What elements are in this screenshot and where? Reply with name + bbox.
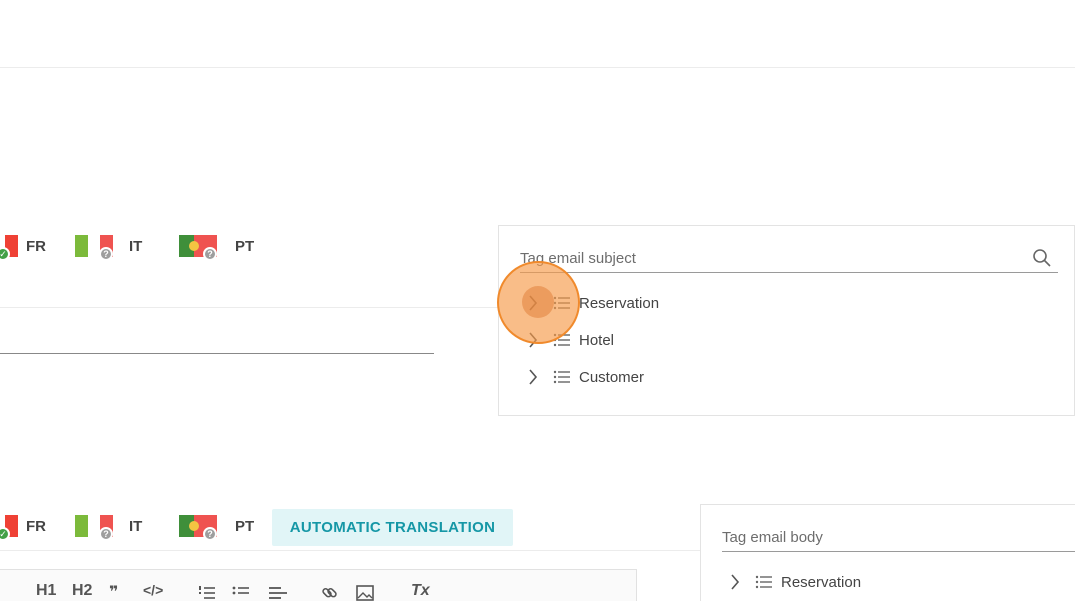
chevron-right-icon[interactable] bbox=[525, 369, 541, 385]
heading2-button[interactable]: H2 bbox=[72, 582, 92, 600]
tag-item-label: Reservation bbox=[579, 294, 660, 312]
header-divider bbox=[0, 67, 1075, 68]
translated-check-icon: ✓ bbox=[0, 247, 10, 261]
lang-tab-it[interactable]: ? IT bbox=[75, 515, 143, 541]
tag-item-label: Customer bbox=[579, 368, 645, 386]
blockquote-button[interactable]: ❞ bbox=[109, 582, 118, 601]
lang-tab-pt[interactable]: ? PT bbox=[179, 235, 255, 261]
body-divider bbox=[0, 550, 700, 551]
france-flag-icon: ✓ bbox=[0, 515, 18, 541]
tag-item-customer[interactable]: Customer bbox=[525, 365, 644, 389]
code-block-button[interactable]: </> bbox=[143, 582, 163, 598]
missing-translation-icon: ? bbox=[203, 527, 217, 541]
bullet-list-icon[interactable] bbox=[232, 585, 250, 601]
tag-item-reservation[interactable]: Reservation bbox=[727, 570, 861, 594]
missing-translation-icon: ? bbox=[99, 527, 113, 541]
chevron-right-icon[interactable] bbox=[727, 574, 743, 590]
image-icon[interactable] bbox=[356, 584, 374, 601]
subject-divider bbox=[0, 307, 498, 308]
italy-flag-icon: ? bbox=[75, 235, 113, 261]
body-tag-search-placeholder: Tag email body bbox=[722, 529, 823, 546]
missing-translation-icon: ? bbox=[99, 247, 113, 261]
body-tag-panel: Tag email body Reservation bbox=[700, 504, 1075, 601]
list-icon bbox=[755, 575, 772, 589]
click-indicator-center bbox=[522, 286, 554, 318]
france-flag-icon: ✓ bbox=[0, 235, 18, 261]
lang-code: FR bbox=[26, 237, 46, 255]
lang-code: FR bbox=[26, 517, 46, 535]
tag-item-label: Hotel bbox=[579, 331, 615, 349]
lang-tab-fr[interactable]: ✓ FR bbox=[0, 235, 46, 261]
translated-check-icon: ✓ bbox=[0, 527, 10, 541]
body-tag-search[interactable]: Tag email body bbox=[722, 525, 1075, 552]
portugal-flag-icon: ? bbox=[179, 515, 217, 541]
lang-tab-pt[interactable]: ? PT bbox=[179, 515, 255, 541]
lang-code: IT bbox=[129, 517, 143, 535]
list-icon bbox=[553, 370, 570, 384]
automatic-translation-button[interactable]: AUTOMATIC TRANSLATION bbox=[272, 509, 513, 546]
clear-format-button[interactable]: Tx bbox=[411, 582, 430, 600]
portugal-flag-icon: ? bbox=[179, 235, 217, 261]
search-icon[interactable] bbox=[1032, 248, 1052, 268]
subject-input[interactable] bbox=[0, 353, 434, 354]
align-left-icon[interactable] bbox=[268, 585, 288, 601]
lang-code: PT bbox=[235, 517, 255, 535]
lang-code: IT bbox=[129, 237, 143, 255]
subject-tag-search[interactable]: Tag email subject bbox=[520, 246, 1058, 273]
tag-item-label: Reservation bbox=[781, 573, 862, 591]
link-icon[interactable] bbox=[321, 584, 339, 601]
lang-tab-it[interactable]: ? IT bbox=[75, 235, 143, 261]
italy-flag-icon: ? bbox=[75, 515, 113, 541]
ordered-list-icon[interactable] bbox=[198, 585, 216, 601]
heading1-button[interactable]: H1 bbox=[36, 582, 56, 600]
lang-tab-fr[interactable]: ✓ FR bbox=[0, 515, 46, 541]
lang-code: PT bbox=[235, 237, 255, 255]
missing-translation-icon: ? bbox=[203, 247, 217, 261]
subject-tag-panel: Tag email subject Reservation Hotel Cust… bbox=[498, 225, 1075, 416]
editor-toolbar: H1 H2 ❞ </> Tx bbox=[0, 569, 637, 601]
